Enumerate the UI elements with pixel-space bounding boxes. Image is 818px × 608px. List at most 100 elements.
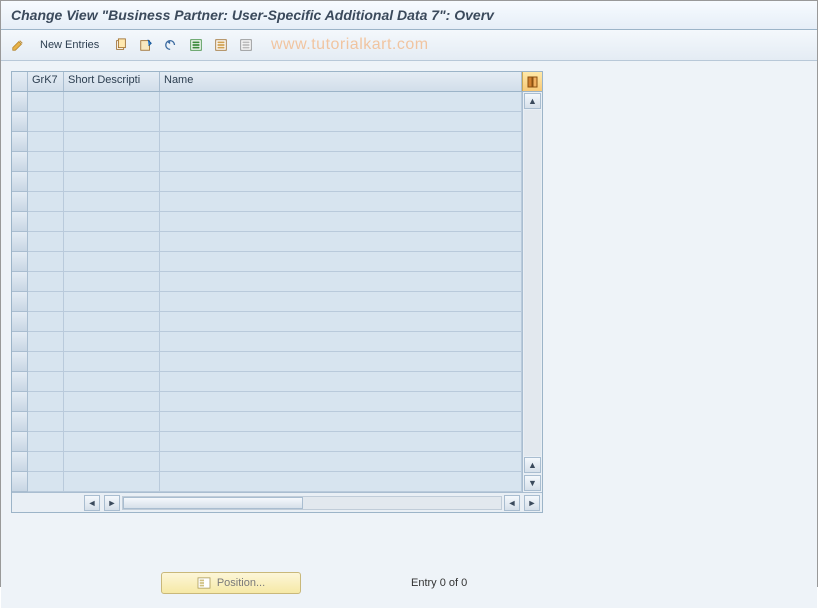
row-selector[interactable] — [12, 352, 28, 372]
table-row[interactable] — [12, 452, 522, 472]
cell-short-desc[interactable] — [64, 392, 160, 412]
cell-name[interactable] — [160, 152, 522, 172]
cell-short-desc[interactable] — [64, 192, 160, 212]
cell-grk7[interactable] — [28, 292, 64, 312]
horizontal-scrollbar[interactable]: ◄ ► ◄ ► — [12, 492, 542, 512]
cell-name[interactable] — [160, 312, 522, 332]
cell-name[interactable] — [160, 252, 522, 272]
cell-grk7[interactable] — [28, 132, 64, 152]
cell-short-desc[interactable] — [64, 112, 160, 132]
column-header-short-desc[interactable]: Short Descripti — [64, 72, 160, 91]
row-selector[interactable] — [12, 312, 28, 332]
new-entries-button[interactable]: New Entries — [32, 37, 107, 53]
cell-short-desc[interactable] — [64, 452, 160, 472]
table-row[interactable] — [12, 472, 522, 492]
scroll-down-small-icon[interactable]: ▲ — [524, 457, 541, 473]
table-row[interactable] — [12, 432, 522, 452]
hscroll-track[interactable] — [122, 496, 502, 510]
deselect-all-icon[interactable] — [235, 34, 257, 56]
scroll-down-icon[interactable]: ▼ — [524, 475, 541, 491]
cell-grk7[interactable] — [28, 432, 64, 452]
row-selector[interactable] — [12, 152, 28, 172]
table-row[interactable] — [12, 212, 522, 232]
row-selector[interactable] — [12, 112, 28, 132]
table-row[interactable] — [12, 252, 522, 272]
scroll-up-icon[interactable]: ▲ — [524, 93, 541, 109]
table-row[interactable] — [12, 332, 522, 352]
cell-grk7[interactable] — [28, 352, 64, 372]
select-column-header[interactable] — [12, 72, 28, 91]
row-selector[interactable] — [12, 252, 28, 272]
cell-grk7[interactable] — [28, 332, 64, 352]
cell-name[interactable] — [160, 472, 522, 492]
cell-name[interactable] — [160, 392, 522, 412]
position-button[interactable]: Position... — [161, 572, 301, 594]
cell-grk7[interactable] — [28, 412, 64, 432]
column-header-grk7[interactable]: GrK7 — [28, 72, 64, 91]
cell-short-desc[interactable] — [64, 152, 160, 172]
cell-name[interactable] — [160, 332, 522, 352]
cell-grk7[interactable] — [28, 392, 64, 412]
cell-short-desc[interactable] — [64, 132, 160, 152]
cell-short-desc[interactable] — [64, 472, 160, 492]
cell-short-desc[interactable] — [64, 412, 160, 432]
cell-grk7[interactable] — [28, 112, 64, 132]
cell-grk7[interactable] — [28, 212, 64, 232]
row-selector[interactable] — [12, 452, 28, 472]
cell-short-desc[interactable] — [64, 352, 160, 372]
cell-short-desc[interactable] — [64, 432, 160, 452]
row-selector[interactable] — [12, 192, 28, 212]
cell-name[interactable] — [160, 232, 522, 252]
table-row[interactable] — [12, 152, 522, 172]
cell-name[interactable] — [160, 192, 522, 212]
cell-name[interactable] — [160, 92, 522, 112]
table-row[interactable] — [12, 192, 522, 212]
cell-grk7[interactable] — [28, 252, 64, 272]
row-selector[interactable] — [12, 432, 28, 452]
cell-name[interactable] — [160, 412, 522, 432]
row-selector[interactable] — [12, 372, 28, 392]
cell-grk7[interactable] — [28, 312, 64, 332]
row-selector[interactable] — [12, 132, 28, 152]
cell-short-desc[interactable] — [64, 272, 160, 292]
cell-name[interactable] — [160, 452, 522, 472]
vscroll-track[interactable] — [524, 110, 541, 456]
cell-short-desc[interactable] — [64, 372, 160, 392]
cell-name[interactable] — [160, 372, 522, 392]
row-selector[interactable] — [12, 292, 28, 312]
column-header-name[interactable]: Name — [160, 72, 522, 91]
scroll-left-icon[interactable]: ◄ — [84, 495, 100, 511]
row-selector[interactable] — [12, 472, 28, 492]
cell-grk7[interactable] — [28, 452, 64, 472]
select-all-icon[interactable] — [185, 34, 207, 56]
table-row[interactable] — [12, 312, 522, 332]
cell-name[interactable] — [160, 172, 522, 192]
undo-icon[interactable] — [160, 34, 182, 56]
cell-short-desc[interactable] — [64, 292, 160, 312]
cell-name[interactable] — [160, 272, 522, 292]
cell-grk7[interactable] — [28, 472, 64, 492]
table-row[interactable] — [12, 392, 522, 412]
edit-icon[interactable] — [7, 34, 29, 56]
row-selector[interactable] — [12, 392, 28, 412]
cell-grk7[interactable] — [28, 272, 64, 292]
scroll-right-step-icon[interactable]: ► — [104, 495, 120, 511]
row-selector[interactable] — [12, 272, 28, 292]
table-row[interactable] — [12, 412, 522, 432]
cell-grk7[interactable] — [28, 372, 64, 392]
cell-short-desc[interactable] — [64, 312, 160, 332]
row-selector[interactable] — [12, 92, 28, 112]
table-row[interactable] — [12, 272, 522, 292]
cell-short-desc[interactable] — [64, 332, 160, 352]
cell-grk7[interactable] — [28, 92, 64, 112]
configure-columns-button[interactable] — [522, 72, 542, 91]
delete-icon[interactable] — [135, 34, 157, 56]
vertical-scrollbar[interactable]: ▲ ▲ ▼ — [522, 92, 542, 492]
row-selector[interactable] — [12, 172, 28, 192]
cell-name[interactable] — [160, 132, 522, 152]
select-block-icon[interactable] — [210, 34, 232, 56]
cell-short-desc[interactable] — [64, 232, 160, 252]
row-selector[interactable] — [12, 332, 28, 352]
table-row[interactable] — [12, 232, 522, 252]
cell-short-desc[interactable] — [64, 252, 160, 272]
